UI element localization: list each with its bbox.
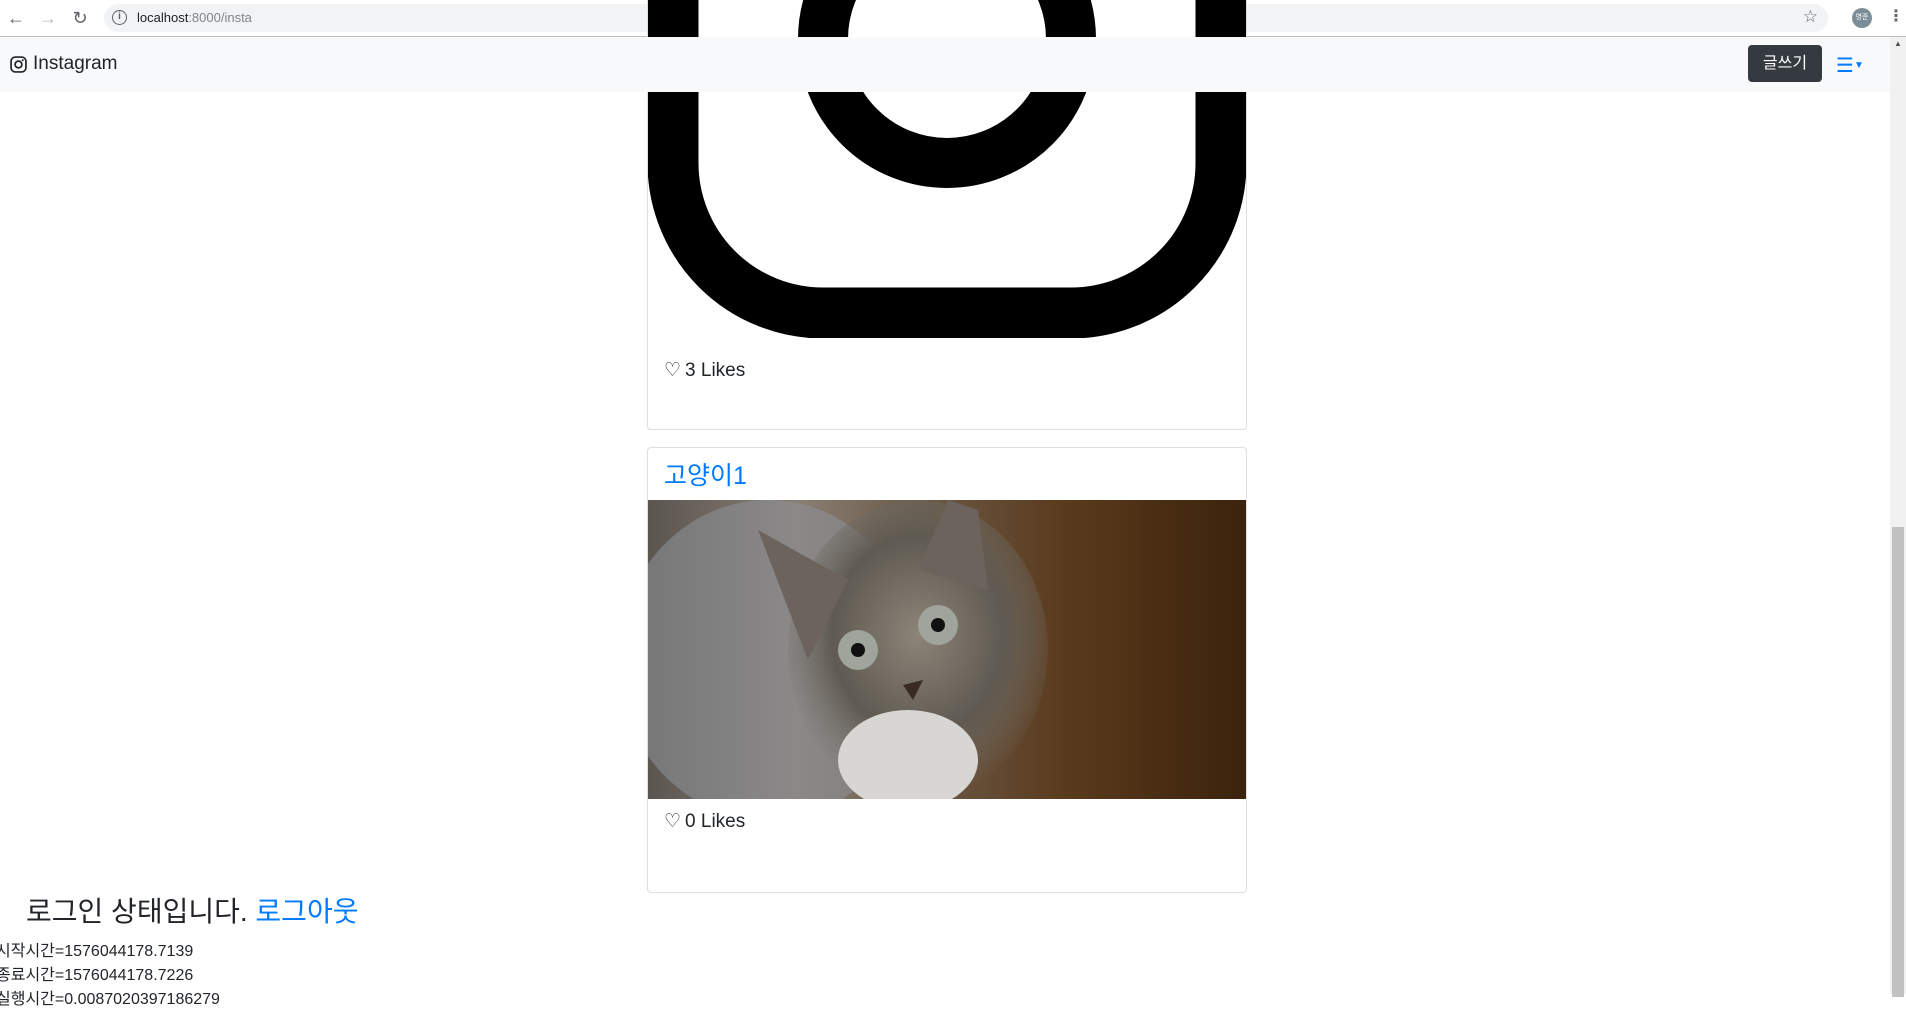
url-text: localhost:8000/insta — [137, 10, 252, 25]
heart-icon[interactable]: ♡ — [664, 810, 681, 833]
write-button[interactable]: 글쓰기 — [1748, 45, 1822, 82]
login-status: 로그인 상태입니다. 로그아웃 — [26, 890, 358, 930]
likes-row: ♡ 3 Likes — [664, 359, 745, 382]
likes-row: ♡ 0 Likes — [664, 810, 745, 833]
likes-count: 3 Likes — [685, 359, 746, 381]
page-scrollbar[interactable]: ▲ — [1890, 37, 1906, 997]
caret-down-icon: ▼ — [1853, 60, 1864, 71]
likes-count: 0 Likes — [685, 810, 746, 832]
end-time: 종료시간=1576044178.7226 — [0, 967, 194, 984]
post-image-kitten[interactable] — [648, 500, 1246, 799]
heart-icon[interactable]: ♡ — [664, 359, 681, 382]
hamburger-icon: ☰ — [1836, 55, 1854, 77]
post-title-link[interactable]: 고양이1 — [664, 456, 747, 492]
scrollbar-thumb[interactable] — [1892, 527, 1904, 997]
back-icon[interactable]: ← — [4, 6, 28, 30]
navbar: Instagram 글쓰기 ☰ ▼ — [0, 37, 1890, 92]
kitten-illustration — [648, 500, 1048, 799]
profile-avatar[interactable]: 영준 — [1852, 8, 1872, 28]
browser-menu-icon[interactable]: ⋮ — [1888, 6, 1904, 26]
logout-link[interactable]: 로그아웃 — [255, 896, 358, 927]
menu-dropdown-button[interactable]: ☰ ▼ — [1836, 53, 1864, 78]
instagram-icon — [10, 55, 27, 73]
forward-icon[interactable]: → — [36, 6, 60, 30]
bookmark-star-icon[interactable]: ☆ — [1803, 7, 1818, 27]
info-icon[interactable]: i — [112, 10, 127, 25]
login-status-text: 로그인 상태입니다. — [26, 896, 248, 927]
post-card: 고양이1 ♡ 0 Likes — [647, 447, 1247, 893]
scroll-up-icon[interactable]: ▲ — [1894, 39, 1902, 48]
start-time: 시작시간=1576044178.7139 — [0, 943, 194, 960]
elapsed-time: 실행시간=0.0087020397186279 — [0, 991, 220, 1008]
brand-link[interactable]: Instagram — [10, 53, 117, 75]
reload-icon[interactable]: ↻ — [68, 6, 92, 30]
brand-text: Instagram — [33, 53, 118, 74]
